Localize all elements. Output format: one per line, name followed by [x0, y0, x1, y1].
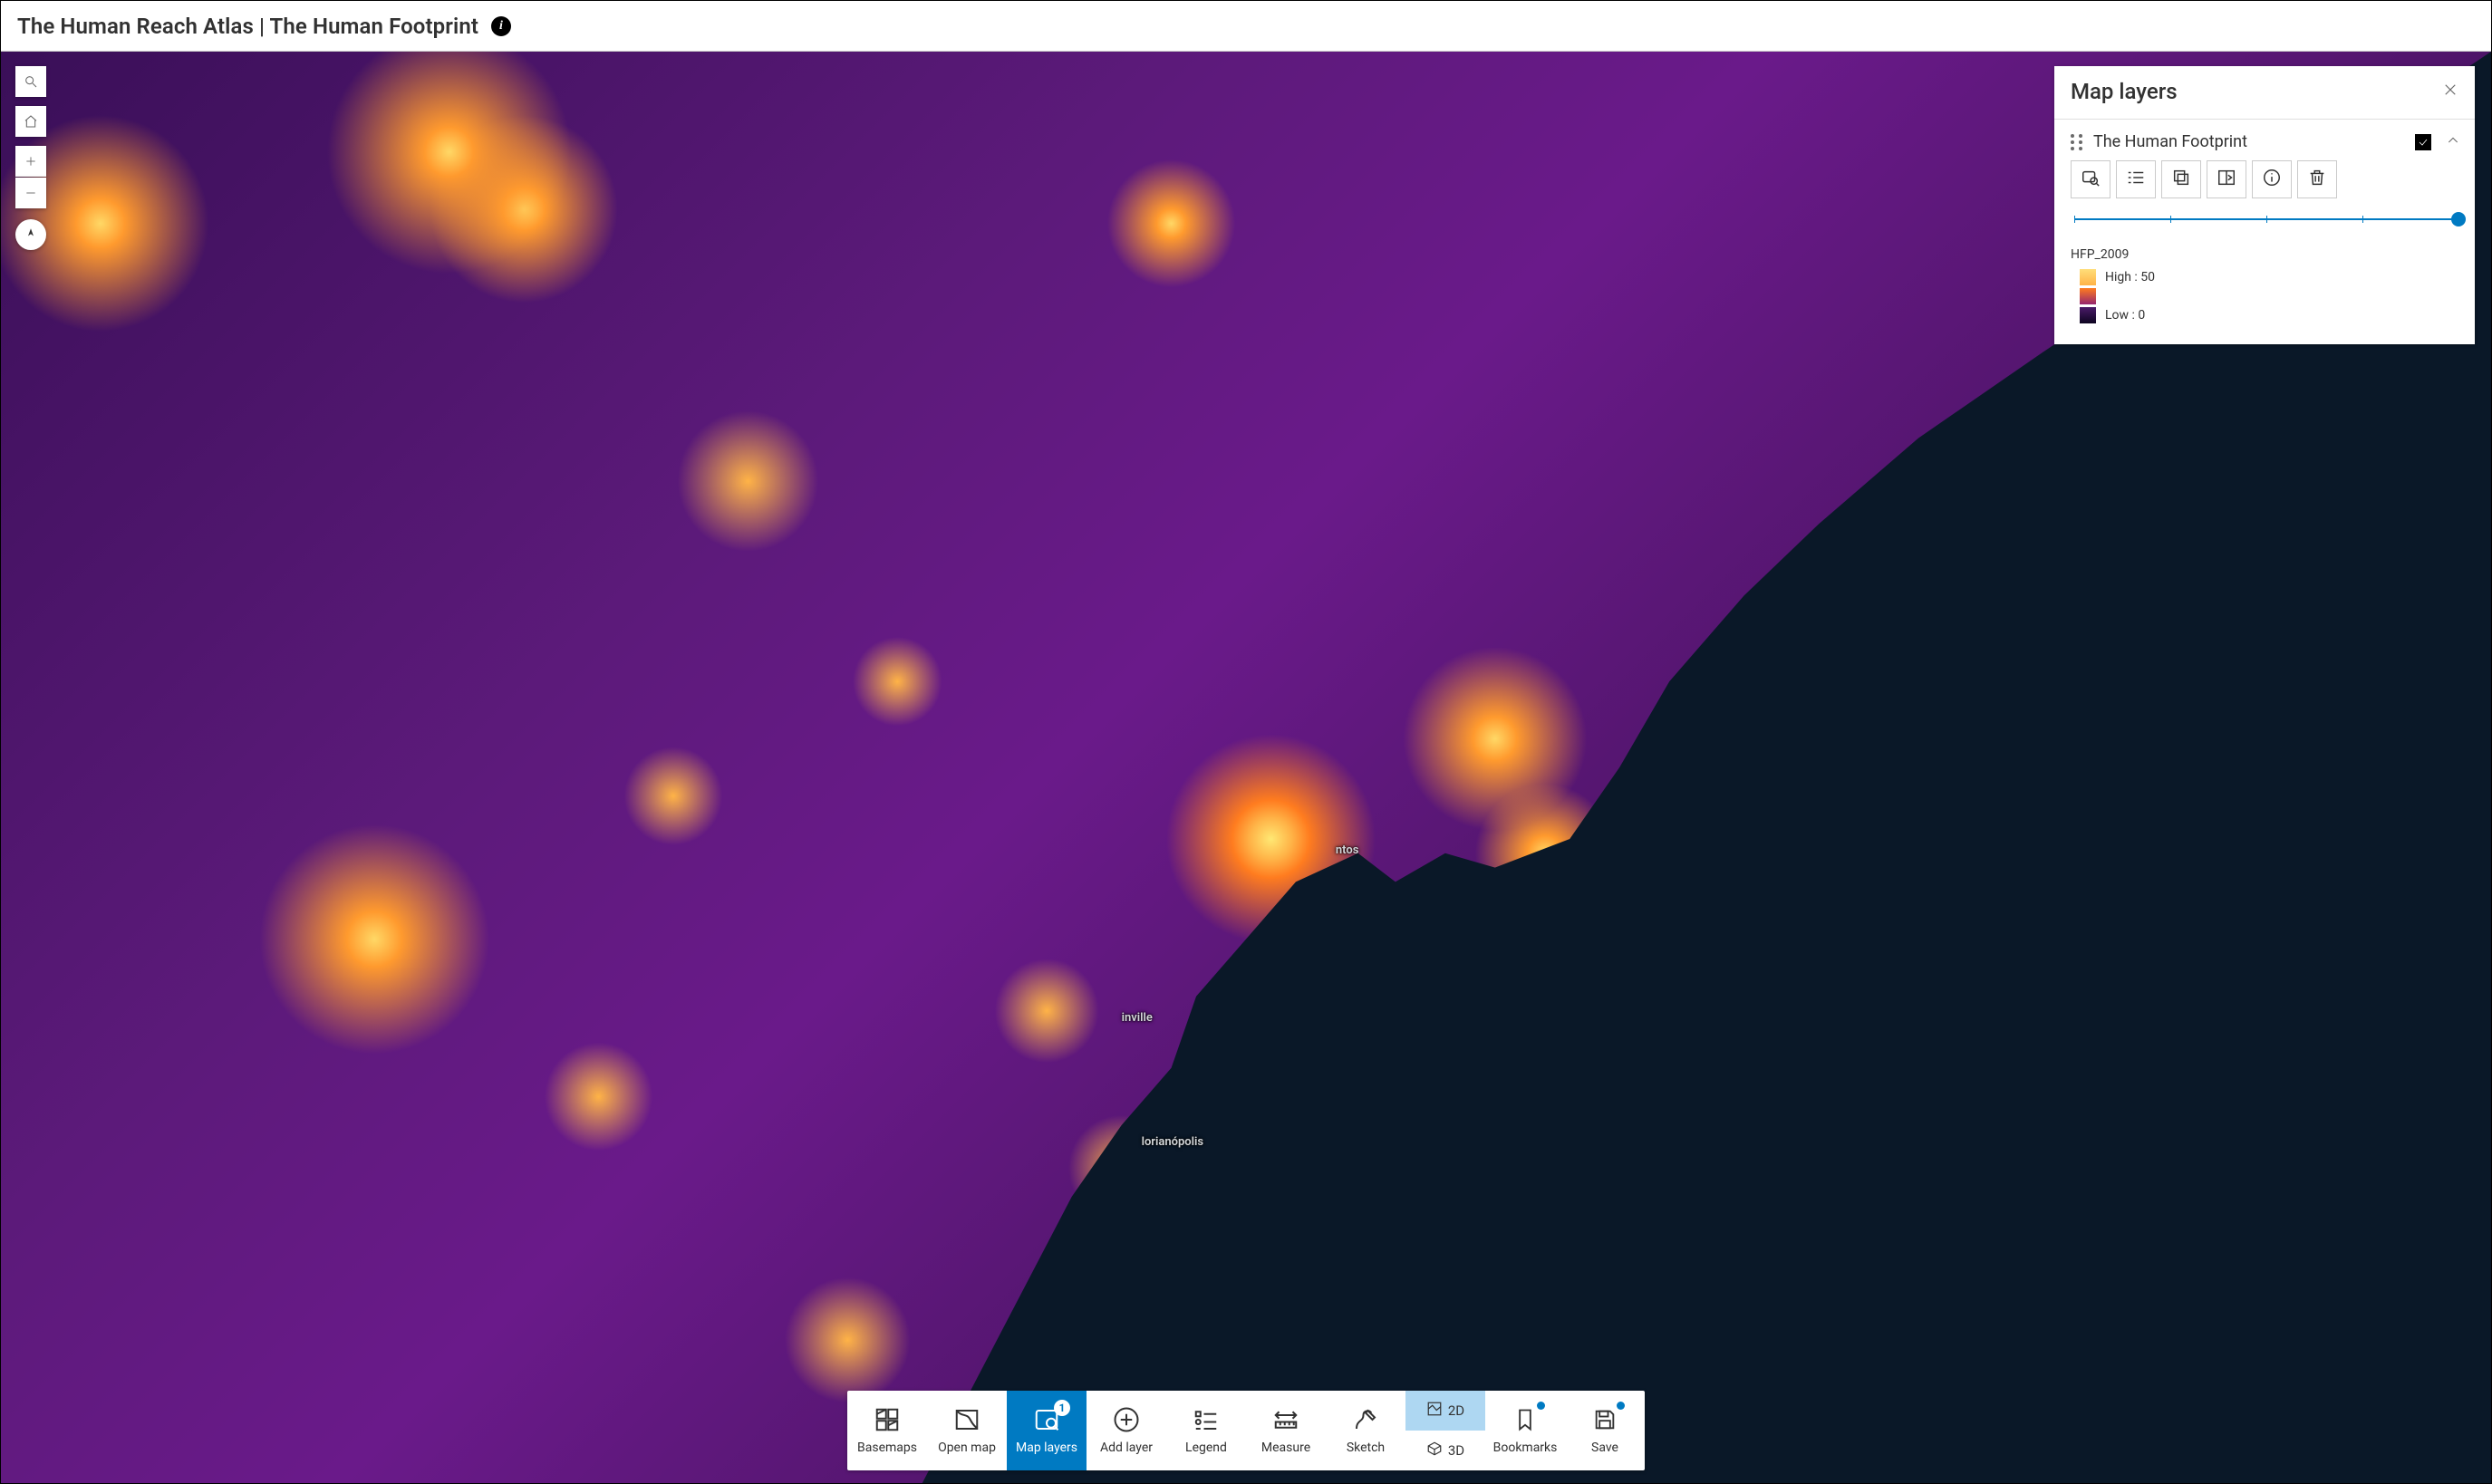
open-map-icon	[953, 1406, 980, 1433]
dock-label: Bookmarks	[1493, 1441, 1558, 1455]
trash-icon	[2307, 168, 2327, 191]
minus-icon	[24, 187, 37, 199]
dock-label: Measure	[1261, 1441, 1310, 1455]
dock-label: Add layer	[1100, 1441, 1153, 1455]
dock-save[interactable]: Save	[1565, 1391, 1645, 1470]
layer-visibility-checkbox[interactable]	[2415, 134, 2431, 150]
legend-title: HFP_2009	[2071, 247, 2458, 262]
zoom-layer-icon	[2081, 168, 2101, 191]
bookmark-icon	[1512, 1406, 1538, 1433]
clone-layer-button[interactable]	[2161, 160, 2201, 198]
zoom-to-layer-button[interactable]	[2071, 160, 2110, 198]
move-to-basemap-button[interactable]	[2207, 160, 2246, 198]
sketch-icon	[1352, 1406, 1379, 1433]
drag-handle-icon[interactable]	[2071, 134, 2082, 150]
opacity-slider-row	[2054, 209, 2475, 244]
layer-collapse-toggle[interactable]	[2442, 133, 2460, 151]
info-circle-icon	[2262, 168, 2282, 191]
dock-legend[interactable]: Legend	[1166, 1391, 1246, 1470]
legend-item-low: Low : 0	[2080, 307, 2458, 323]
app-header: The Human Reach Atlas | The Human Footpr…	[1, 1, 2491, 52]
dock-view-toggle: 2D 3D	[1405, 1391, 1485, 1470]
dock-indicator-dot	[1537, 1402, 1545, 1410]
legend-swatch-high	[2080, 269, 2096, 285]
slider-tick	[2170, 216, 2171, 223]
view-3d-label: 3D	[1448, 1442, 1464, 1459]
legend-item-high: High : 50	[2080, 269, 2458, 285]
legend-item-mid	[2080, 288, 2458, 304]
dock-indicator-dot	[1617, 1402, 1625, 1410]
checkmark-icon	[2418, 137, 2429, 148]
search-button[interactable]	[15, 66, 46, 97]
compass-icon	[23, 226, 39, 243]
dock-basemaps[interactable]: Basemaps	[847, 1391, 927, 1470]
layer-tools	[2054, 160, 2475, 209]
zoom-in-button[interactable]	[15, 146, 46, 177]
measure-icon	[1272, 1406, 1299, 1433]
layers-panel-title: Map layers	[2071, 79, 2178, 104]
map2d-icon	[1426, 1401, 1443, 1421]
legend-high-label: High : 50	[2105, 270, 2155, 284]
plus-icon	[24, 155, 37, 168]
legend-swatch-low	[2080, 307, 2096, 323]
close-icon	[2442, 82, 2458, 98]
legend-low-label: Low : 0	[2105, 308, 2145, 323]
legend-icon	[1193, 1406, 1220, 1433]
chevron-up-icon	[2446, 133, 2460, 148]
app-title: The Human Reach Atlas | The Human Footpr…	[17, 14, 478, 39]
table-icon	[2126, 168, 2146, 191]
search-icon	[24, 74, 38, 89]
dock-label: Sketch	[1347, 1441, 1385, 1455]
dock-label: Save	[1591, 1441, 1618, 1455]
dock-measure[interactable]: Measure	[1246, 1391, 1326, 1470]
legend-swatch-mid	[2080, 288, 2096, 304]
layers-panel-close[interactable]	[2442, 82, 2458, 101]
slider-tick	[2266, 216, 2267, 223]
slider-thumb[interactable]	[2451, 212, 2466, 226]
layer-info-button[interactable]	[2252, 160, 2292, 198]
dock-open-map[interactable]: Open map	[927, 1391, 1007, 1470]
dock-label: Legend	[1185, 1441, 1227, 1455]
slider-tick	[2074, 216, 2075, 223]
layer-row: The Human Footprint	[2054, 120, 2475, 160]
move-icon	[2217, 168, 2236, 191]
dock-label: Open map	[938, 1441, 996, 1455]
home-button[interactable]	[15, 106, 46, 137]
dock-add-layer[interactable]: Add layer	[1087, 1391, 1166, 1470]
info-button[interactable]: i	[491, 16, 511, 36]
layers-panel: Map layers The Human Footprint	[2054, 66, 2475, 344]
plus-circle-icon	[1113, 1406, 1140, 1433]
dock-label: Basemaps	[857, 1441, 917, 1455]
dock-sketch[interactable]: Sketch	[1326, 1391, 1405, 1470]
map-controls	[15, 66, 46, 250]
opacity-slider[interactable]	[2074, 211, 2458, 227]
attribute-table-button[interactable]	[2116, 160, 2156, 198]
remove-layer-button[interactable]	[2297, 160, 2337, 198]
basemaps-icon	[874, 1406, 901, 1433]
cube-icon	[1426, 1441, 1443, 1460]
bottom-dock: Basemaps Open map Map layers 1 Add layer Lege…	[847, 1391, 1645, 1470]
view-3d-button[interactable]: 3D	[1405, 1431, 1485, 1470]
dock-bookmarks[interactable]: Bookmarks	[1485, 1391, 1565, 1470]
dock-label: Map layers	[1016, 1441, 1077, 1455]
dock-badge: 1	[1054, 1400, 1070, 1416]
clone-icon	[2171, 168, 2191, 191]
home-icon	[24, 114, 38, 129]
dock-map-layers[interactable]: Map layers 1	[1007, 1391, 1087, 1470]
zoom-out-button[interactable]	[15, 178, 46, 208]
view-2d-label: 2D	[1448, 1402, 1464, 1419]
save-icon	[1592, 1406, 1618, 1433]
layer-legend: HFP_2009 High : 50 Low : 0	[2054, 244, 2475, 344]
map-viewport[interactable]: ntosinvillelorianópolis Map layers	[1, 52, 2491, 1483]
layers-panel-header: Map layers	[2054, 66, 2475, 120]
slider-tick	[2362, 216, 2363, 223]
view-2d-button[interactable]: 2D	[1405, 1391, 1485, 1431]
layer-name: The Human Footprint	[2093, 132, 2404, 151]
compass-button[interactable]	[15, 219, 46, 250]
